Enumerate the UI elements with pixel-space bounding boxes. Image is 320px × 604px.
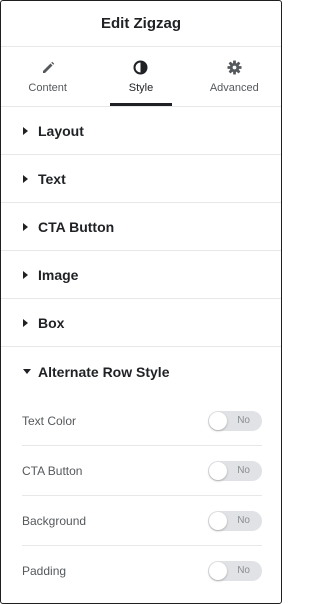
toggle-state-text: No (237, 464, 250, 476)
toggle-state-text: No (237, 514, 250, 526)
toggle-knob (209, 511, 227, 530)
control-padding: Padding No (22, 546, 262, 595)
gear-icon (227, 60, 242, 76)
control-label: CTA Button (22, 463, 83, 478)
section-alternate-row-style-label: Alternate Row Style (38, 363, 170, 380)
toggle-state-text: No (237, 414, 250, 426)
control-text-color: Text Color No (22, 396, 262, 446)
tab-content-label: Content (28, 81, 67, 94)
section-text-label: Text (38, 170, 66, 187)
section-box[interactable]: Box (1, 299, 281, 347)
text-color-toggle[interactable]: No (208, 410, 262, 431)
tab-content[interactable]: Content (1, 47, 94, 106)
tab-style-label: Style (128, 81, 154, 94)
section-layout-label: Layout (38, 122, 84, 139)
section-alternate-row-style[interactable]: Alternate Row Style (1, 347, 281, 396)
alternate-row-style-controls: Text Color No CTA Button No Background N… (1, 396, 281, 595)
section-text[interactable]: Text (1, 155, 281, 203)
control-background: Background No (22, 496, 262, 546)
caret-right-icon (23, 126, 35, 135)
caret-right-icon (23, 222, 35, 231)
section-image-label: Image (38, 266, 79, 283)
half-circle-icon (133, 60, 148, 76)
toggle-knob (209, 561, 227, 580)
tab-advanced[interactable]: Advanced (188, 47, 281, 106)
caret-right-icon (23, 270, 35, 279)
control-cta-button: CTA Button No (22, 446, 262, 496)
background-toggle[interactable]: No (208, 510, 262, 531)
panel-title: Edit Zigzag (101, 15, 181, 32)
pencil-icon (41, 60, 55, 76)
section-image[interactable]: Image (1, 251, 281, 299)
cta-button-toggle[interactable]: No (208, 460, 262, 481)
section-box-label: Box (38, 314, 65, 331)
caret-right-icon (23, 174, 35, 183)
panel-tabs: Content Style Advanced (1, 47, 281, 107)
edit-panel: Edit Zigzag Content Style Advanced Layou… (0, 0, 282, 604)
caret-down-icon (23, 368, 35, 375)
tab-advanced-label: Advanced (209, 81, 259, 94)
section-layout[interactable]: Layout (1, 107, 281, 155)
control-label: Text Color (22, 413, 77, 428)
control-label: Padding (22, 563, 67, 578)
toggle-knob (209, 461, 227, 480)
control-label: Background (22, 513, 87, 528)
toggle-knob (209, 411, 227, 430)
panel-header: Edit Zigzag (1, 1, 281, 47)
toggle-state-text: No (237, 564, 250, 576)
padding-toggle[interactable]: No (208, 560, 262, 581)
tab-style[interactable]: Style (94, 47, 187, 106)
section-cta-button-label: CTA Button (38, 218, 115, 235)
section-cta-button[interactable]: CTA Button (1, 203, 281, 251)
caret-right-icon (23, 318, 35, 327)
